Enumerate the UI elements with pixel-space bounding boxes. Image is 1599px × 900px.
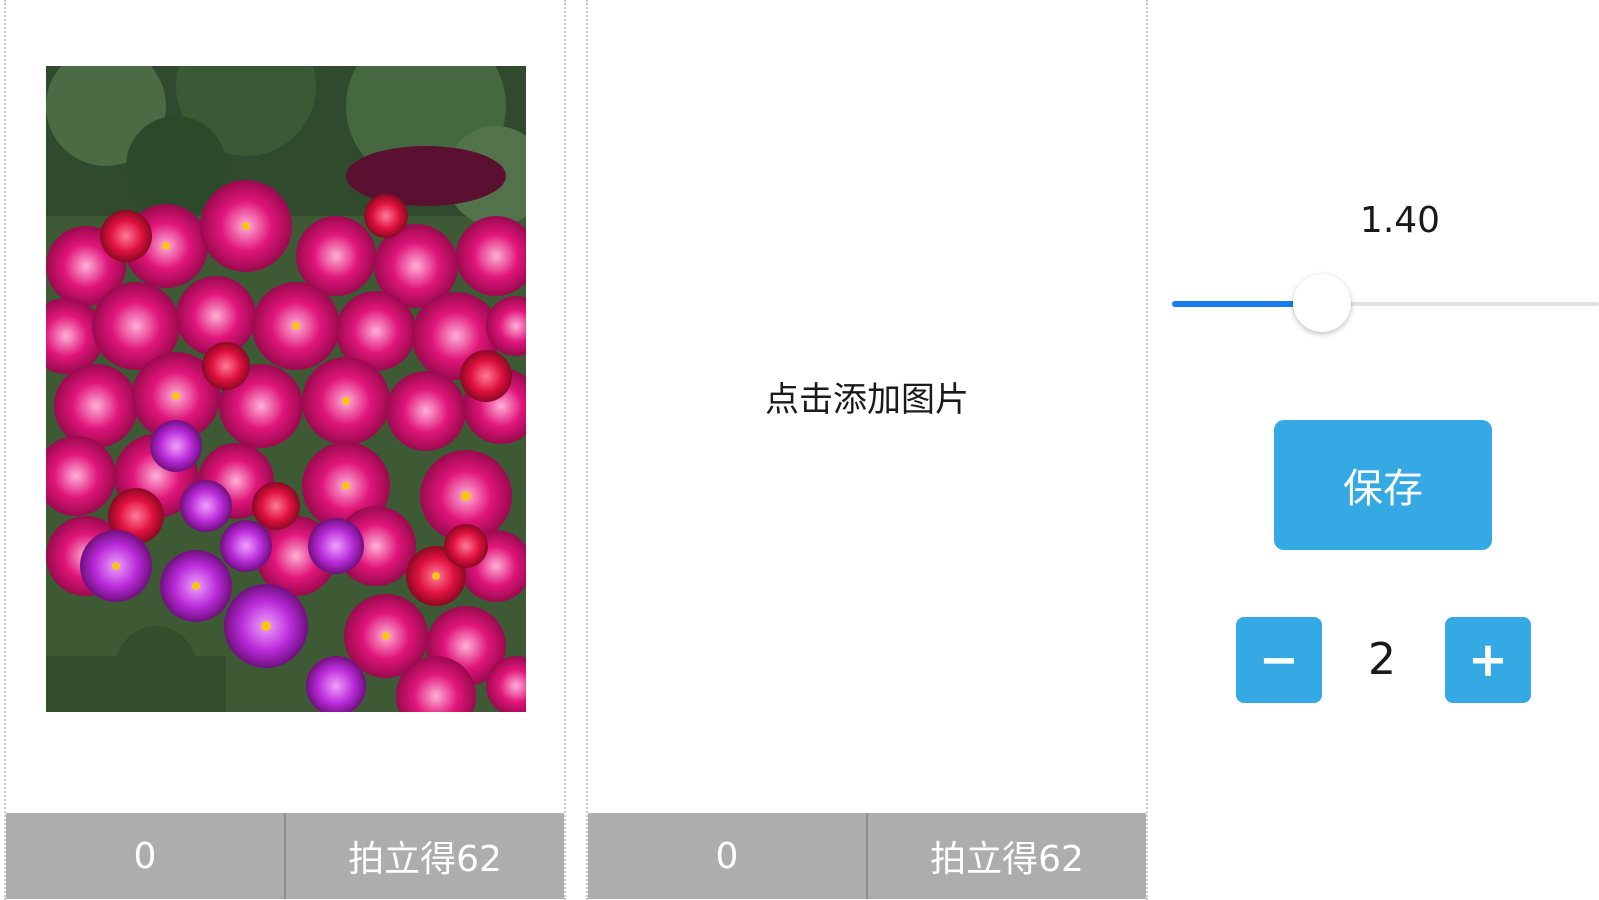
quantity-value: 2 xyxy=(1368,634,1396,685)
print-card-left: 0 拍立得62 xyxy=(4,0,566,900)
flower-field-photo xyxy=(46,66,526,712)
print-count: 0 xyxy=(6,813,286,899)
increment-button[interactable]: + xyxy=(1445,617,1531,703)
save-button[interactable]: 保存 xyxy=(1274,420,1492,550)
card-footer: 0 拍立得62 xyxy=(588,813,1146,899)
card-footer: 0 拍立得62 xyxy=(6,813,564,899)
print-editor-page: 0 拍立得62 点击添加图片 0 拍立得62 1.40 保存 − 2 + xyxy=(0,0,1599,900)
print-size-label[interactable]: 拍立得62 xyxy=(868,813,1146,899)
print-card-middle: 点击添加图片 0 拍立得62 xyxy=(586,0,1148,900)
scale-slider[interactable] xyxy=(1172,274,1599,332)
decrement-button[interactable]: − xyxy=(1236,617,1322,703)
print-count: 0 xyxy=(588,813,868,899)
controls-panel: 1.40 保存 − 2 + xyxy=(1150,0,1599,900)
slider-value: 1.40 xyxy=(1359,200,1441,241)
print-size-label[interactable]: 拍立得62 xyxy=(286,813,564,899)
photo-slot-filled[interactable] xyxy=(46,66,526,712)
add-image-prompt[interactable]: 点击添加图片 xyxy=(588,372,1146,421)
slider-thumb[interactable] xyxy=(1293,274,1351,332)
